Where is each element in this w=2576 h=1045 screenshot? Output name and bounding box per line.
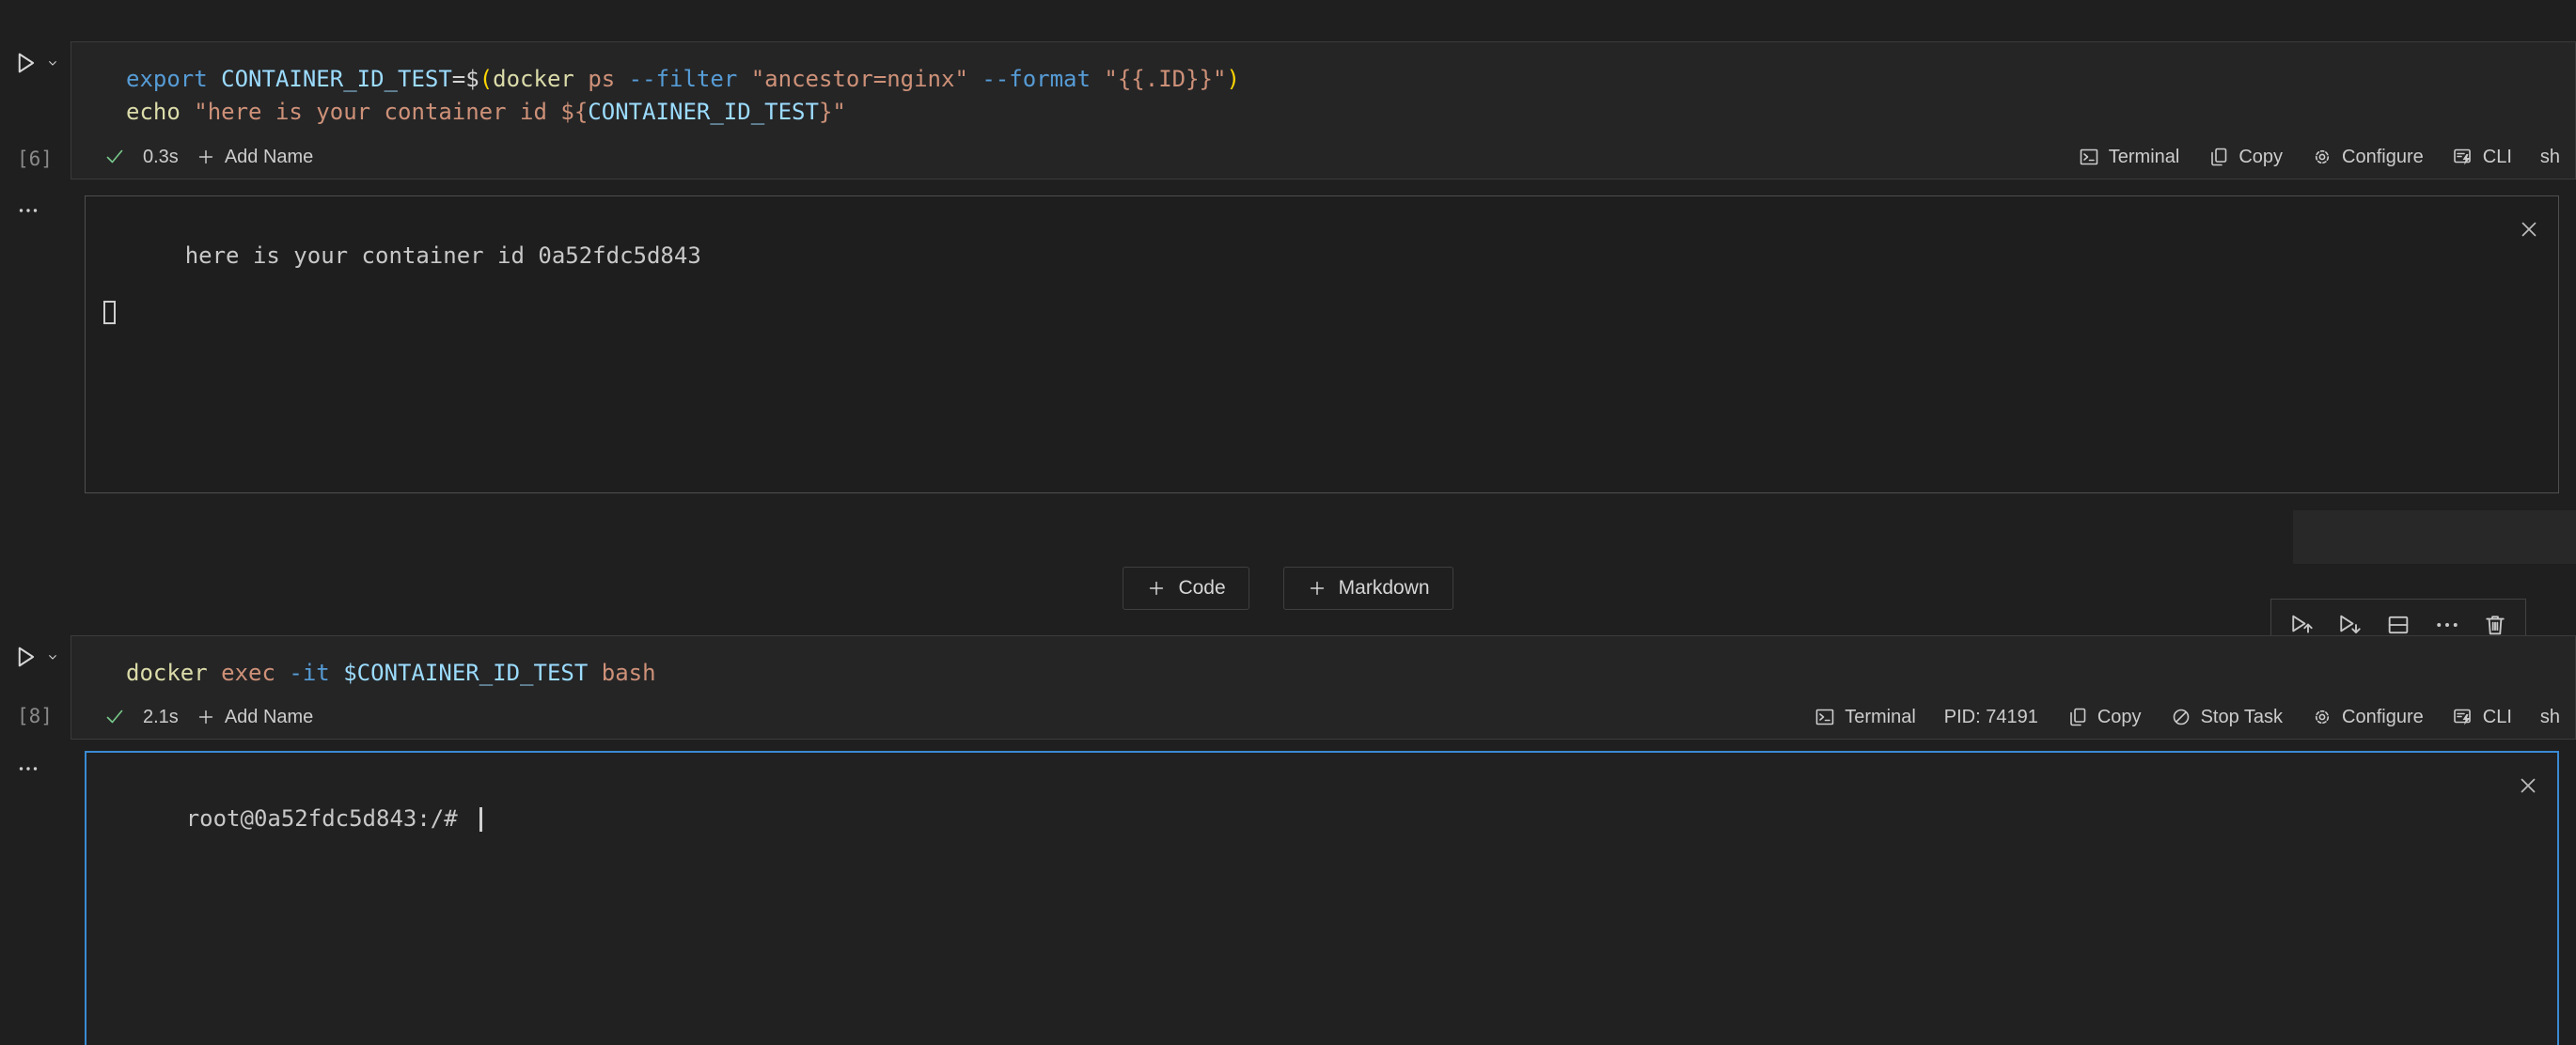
terminal-icon <box>2078 146 2100 168</box>
cell1-terminal-button[interactable]: Terminal <box>2078 146 2180 168</box>
output-line: here is your container id 0a52fdc5d843 <box>185 242 701 269</box>
stop-slash-circle-icon <box>2170 706 2192 728</box>
terminal-label: Terminal <box>1845 707 1916 728</box>
cell2-code: docker exec -it $CONTAINER_ID_TEST bash <box>126 657 2556 690</box>
configure-label: Configure <box>2342 147 2424 168</box>
cell2-editor[interactable]: docker exec -it $CONTAINER_ID_TEST bash … <box>71 635 2576 740</box>
cell2-language-selector[interactable]: sh <box>2540 707 2560 728</box>
code-line: echo "here is your container id ${CONTAI… <box>126 96 2556 129</box>
success-check-icon <box>103 706 126 728</box>
cell1-editor[interactable]: export CONTAINER_ID_TEST=$(docker ps --f… <box>71 41 2576 179</box>
cell2-statusbar: 2.1s Add Name Terminal PID: 74191 Copy <box>71 695 2575 739</box>
plus-icon <box>196 147 216 167</box>
cell2-configure-button[interactable]: Configure <box>2311 706 2424 728</box>
cell1-output-text: here is your container id 0a52fdc5d843 <box>103 213 701 381</box>
success-check-icon <box>103 146 126 168</box>
cell2-status-right: Terminal PID: 74191 Copy Stop Task Confi… <box>1814 706 2560 728</box>
cell1-output-close-button[interactable] <box>2517 217 2541 242</box>
insert-cell-row: Code Markdown <box>0 567 2576 610</box>
cell1-statusbar: 0.3s Add Name Terminal Copy Configure <box>71 135 2575 179</box>
cell1-duration: 0.3s <box>143 147 179 168</box>
split-cell-icon <box>2385 612 2411 638</box>
cell2-add-name-button[interactable]: Add Name <box>196 707 314 728</box>
add-code-label: Code <box>1178 577 1225 600</box>
plus-icon <box>1307 578 1327 599</box>
cell1-execution-count: [6] <box>17 148 53 170</box>
chevron-down-icon[interactable] <box>45 55 60 70</box>
terminal-block-cursor <box>103 301 116 324</box>
cell2-execution-count: [8] <box>17 705 53 727</box>
terminal-prompt: root@0a52fdc5d843:/# <box>186 805 471 832</box>
more-actions-button[interactable] <box>2434 612 2460 638</box>
ellipsis-icon <box>13 757 43 780</box>
cell2-duration: 2.1s <box>143 707 179 728</box>
cell2-pid-label: PID: 74191 <box>1944 707 2038 728</box>
cell1-status-right: Terminal Copy Configure CLI sh <box>2078 146 2560 168</box>
code-line: export CONTAINER_ID_TEST=$(docker ps --f… <box>126 63 2556 96</box>
cli-label: CLI <box>2483 147 2512 168</box>
execute-below-button[interactable] <box>2336 612 2363 638</box>
cli-icon <box>2452 146 2474 168</box>
play-icon <box>11 643 39 671</box>
copy-label: Copy <box>2238 147 2283 168</box>
ellipsis-icon <box>2434 612 2460 638</box>
add-markdown-cell-button[interactable]: Markdown <box>1283 567 1453 610</box>
gear-icon <box>2311 146 2333 168</box>
trash-icon <box>2482 612 2508 638</box>
ellipsis-icon <box>13 199 43 222</box>
cell1-output-more-actions[interactable] <box>13 199 43 222</box>
add-code-cell-button[interactable]: Code <box>1123 567 1249 610</box>
terminal-label: Terminal <box>2109 147 2180 168</box>
cell2-cli-button[interactable]: CLI <box>2452 706 2512 728</box>
copy-icon <box>2066 706 2089 728</box>
plus-icon <box>196 707 216 727</box>
copy-label: Copy <box>2097 707 2142 728</box>
notebook: [6] export CONTAINER_ID_TEST=$(docker ps… <box>0 0 2576 1045</box>
cell1-add-name-button[interactable]: Add Name <box>196 147 314 168</box>
close-icon <box>2517 217 2541 242</box>
add-name-label: Add Name <box>225 707 314 728</box>
cell2-run-button[interactable] <box>11 643 60 671</box>
cell2-output-text: root@0a52fdc5d843:/# <box>104 776 482 861</box>
copy-icon <box>2207 146 2230 168</box>
cell1-cli-button[interactable]: CLI <box>2452 146 2512 168</box>
run-above-icon <box>2288 612 2315 638</box>
cli-label: CLI <box>2483 707 2512 728</box>
cell2-output-more-actions[interactable] <box>13 757 43 780</box>
cell2-output-close-button[interactable] <box>2516 773 2540 798</box>
stop-task-label: Stop Task <box>2201 707 2283 728</box>
language-label: sh <box>2540 707 2560 728</box>
cell2-output-terminal[interactable]: root@0a52fdc5d843:/# <box>85 751 2559 1045</box>
cell1-language-selector[interactable]: sh <box>2540 147 2560 168</box>
language-label: sh <box>2540 147 2560 168</box>
hover-highlight <box>2293 510 2576 564</box>
cell2-terminal-button[interactable]: Terminal <box>1814 706 1916 728</box>
execute-above-button[interactable] <box>2288 612 2315 638</box>
cell1-output-terminal[interactable]: here is your container id 0a52fdc5d843 <box>85 195 2559 493</box>
cell2-status-left: 2.1s Add Name <box>103 706 313 728</box>
plus-icon <box>1146 578 1167 599</box>
delete-cell-button[interactable] <box>2482 612 2508 638</box>
cell1-copy-button[interactable]: Copy <box>2207 146 2283 168</box>
cli-icon <box>2452 706 2474 728</box>
cell1-status-left: 0.3s Add Name <box>103 146 313 168</box>
close-icon <box>2516 773 2540 798</box>
terminal-icon <box>1814 706 1836 728</box>
play-icon <box>11 49 39 77</box>
terminal-bar-cursor <box>479 807 482 832</box>
chevron-down-icon[interactable] <box>45 649 60 664</box>
gear-icon <box>2311 706 2333 728</box>
cell1-code: export CONTAINER_ID_TEST=$(docker ps --f… <box>126 63 2556 129</box>
split-cell-button[interactable] <box>2385 612 2411 638</box>
cell2-copy-button[interactable]: Copy <box>2066 706 2142 728</box>
add-name-label: Add Name <box>225 147 314 168</box>
cell1-configure-button[interactable]: Configure <box>2311 146 2424 168</box>
run-below-icon <box>2336 612 2363 638</box>
cell1-run-button[interactable] <box>11 49 60 77</box>
cell2-stop-task-button[interactable]: Stop Task <box>2170 706 2283 728</box>
code-line: docker exec -it $CONTAINER_ID_TEST bash <box>126 657 2556 690</box>
configure-label: Configure <box>2342 707 2424 728</box>
add-markdown-label: Markdown <box>1339 577 1430 600</box>
